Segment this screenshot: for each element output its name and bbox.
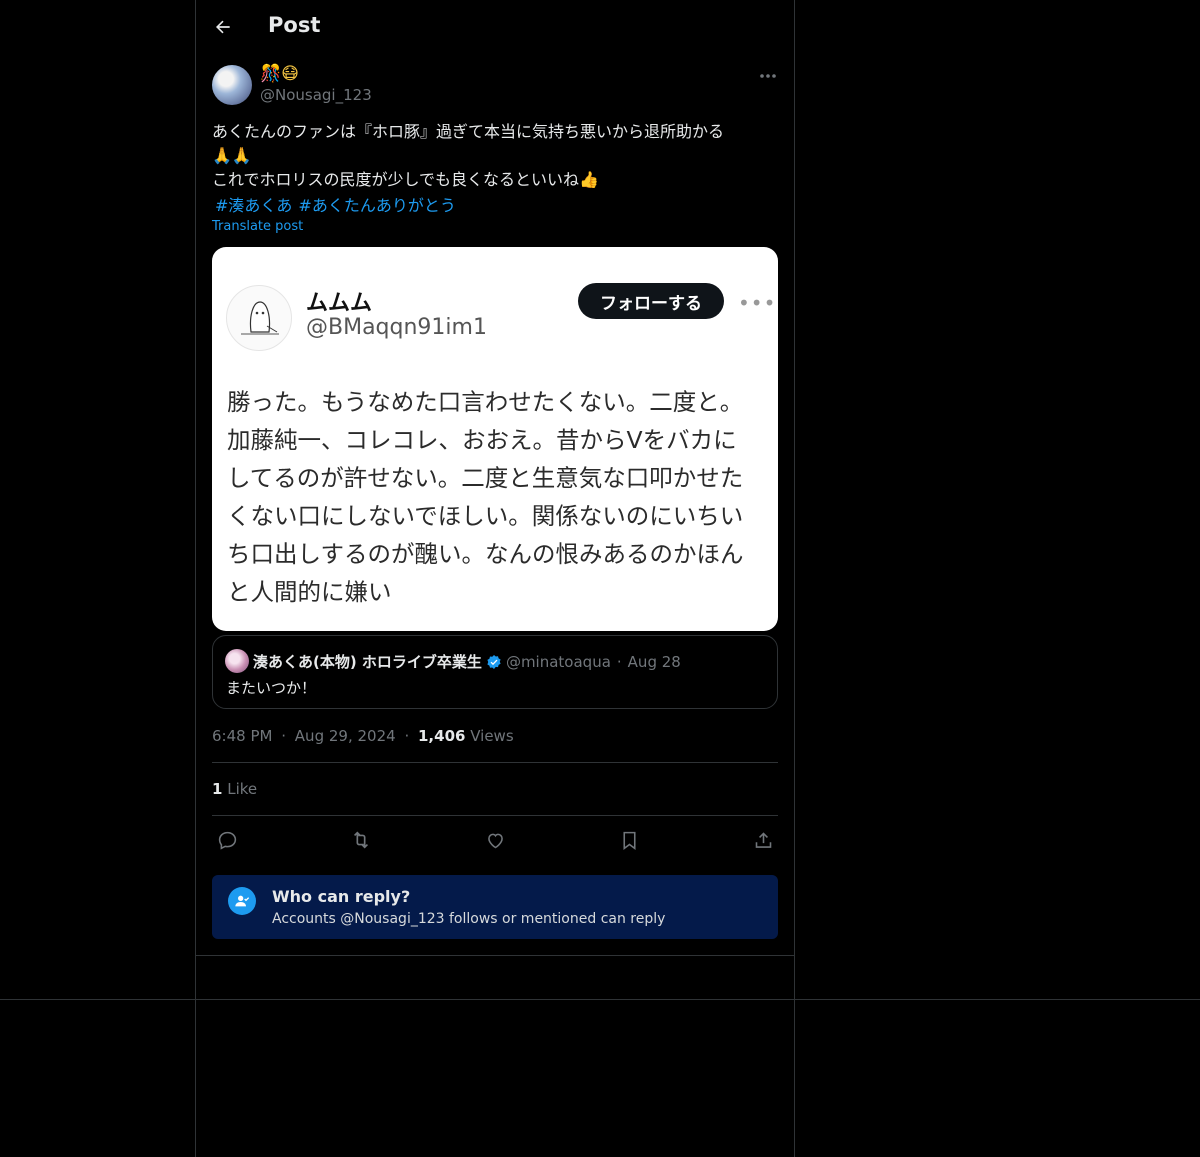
embedded-text-line: と人間的に嫌い bbox=[227, 578, 392, 606]
hashtag-link[interactable]: #湊あくあ bbox=[215, 196, 292, 215]
views-count: 1,406 bbox=[418, 727, 466, 745]
feed-bottom-divider bbox=[196, 955, 794, 956]
post-time[interactable]: 6:48 PM bbox=[212, 727, 272, 745]
post-text: あくたんのファンは『ホロ豚』過ぎて本当に気持ち悪いから退所助かる 🙏🙏 これでホ… bbox=[212, 120, 782, 192]
embedded-text-line: 加藤純一、コレコレ、おおえ。昔からVをバカに bbox=[227, 426, 737, 454]
embedded-text-line: くない口にしないでほしい。関係ないのにいちい bbox=[227, 502, 744, 530]
post-text-line: これでホロリスの民度が少しでも良くなるといいね👍 bbox=[212, 170, 599, 189]
meta-separator: · bbox=[404, 727, 410, 745]
reply-icon bbox=[218, 831, 236, 850]
hashtag-link[interactable]: #あくたんありがとう bbox=[298, 196, 455, 215]
quoted-author-avatar bbox=[225, 649, 249, 673]
bookmark-icon bbox=[622, 831, 636, 850]
translate-post-link[interactable]: Translate post bbox=[212, 219, 303, 234]
quoted-post-card[interactable]: 湊あくあ(本物) ホロライブ卒業生 @minatoaqua · Aug 28 ま… bbox=[212, 635, 778, 709]
heart-icon bbox=[487, 833, 503, 848]
quoted-post-date: Aug 28 bbox=[627, 652, 681, 671]
post-text-line: 🙏🙏 bbox=[212, 146, 252, 165]
post-meta: 6:48 PM · Aug 29, 2024 · 1,406 Views bbox=[212, 727, 514, 745]
meta-separator: · bbox=[281, 727, 287, 745]
quoted-post-header: 湊あくあ(本物) ホロライブ卒業生 @minatoaqua · Aug 28 bbox=[253, 651, 681, 672]
embedded-follow-button: フォローする bbox=[578, 283, 724, 319]
right-column-border bbox=[794, 0, 795, 1157]
share-icon bbox=[755, 831, 771, 848]
share-button[interactable] bbox=[748, 826, 778, 854]
back-button[interactable] bbox=[208, 12, 238, 42]
like-button[interactable] bbox=[480, 826, 510, 854]
more-options-button[interactable] bbox=[754, 66, 782, 86]
verified-badge-icon bbox=[487, 654, 501, 669]
quoted-meta-separator: · bbox=[616, 652, 622, 671]
bookmark-button[interactable] bbox=[614, 826, 644, 854]
views-label: Views bbox=[470, 727, 514, 745]
embedded-author-name: ムムム bbox=[306, 291, 373, 316]
author-handle[interactable]: @Nousagi_123 bbox=[260, 86, 372, 104]
more-horizontal-icon bbox=[760, 74, 776, 78]
arrow-left-icon bbox=[216, 20, 230, 34]
embedded-post-text: 勝った。もうなめた口言わせたくない。二度と。 加藤純一、コレコレ、おおえ。昔から… bbox=[227, 383, 767, 611]
likes-count: 1 bbox=[212, 780, 223, 798]
reply-restriction-title: Who can reply? bbox=[272, 887, 411, 906]
likes-label: Like bbox=[227, 780, 258, 798]
quoted-post-text: またいつか！ bbox=[226, 679, 317, 697]
left-column-border bbox=[195, 0, 196, 1157]
page-divider bbox=[0, 999, 1200, 1000]
attached-image[interactable]: ムムム @BMaqqn91im1 フォローする ••• 勝った。もうなめた口言わ… bbox=[212, 247, 778, 631]
post-date[interactable]: Aug 29, 2024 bbox=[295, 727, 396, 745]
divider bbox=[212, 815, 778, 816]
quoted-author-name: 湊あくあ(本物) ホロライブ卒業生 bbox=[253, 653, 482, 671]
reply-restriction-notice: Who can reply? Accounts @Nousagi_123 fol… bbox=[212, 875, 778, 939]
embedded-text-line: ち口出しするのが醜い。なんの恨みあるのかほん bbox=[227, 540, 744, 568]
repost-button[interactable] bbox=[346, 826, 376, 854]
ghost-character-icon bbox=[241, 301, 279, 335]
repost-icon bbox=[353, 831, 369, 849]
person-check-icon bbox=[228, 887, 256, 915]
embedded-author-handle: @BMaqqn91im1 bbox=[306, 315, 487, 340]
embedded-text-line: 勝った。もうなめた口言わせたくない。二度と。 bbox=[227, 388, 744, 416]
hashtag-row: #湊あくあ #あくたんありがとう bbox=[215, 192, 462, 216]
author-display-name[interactable]: 🎊😷 bbox=[260, 64, 299, 84]
author-avatar[interactable] bbox=[212, 65, 252, 105]
post-text-line: あくたんのファンは『ホロ豚』過ぎて本当に気持ち悪いから退所助かる bbox=[212, 122, 725, 141]
reply-restriction-subtitle: Accounts @Nousagi_123 follows or mention… bbox=[272, 911, 666, 927]
embedded-more-icon: ••• bbox=[738, 291, 777, 315]
reply-button[interactable] bbox=[212, 826, 242, 854]
likes-count-link[interactable]: 1 Like bbox=[212, 780, 257, 798]
divider bbox=[212, 762, 778, 763]
quoted-author-handle: @minatoaqua bbox=[505, 652, 611, 671]
embedded-text-line: してるのが許せない。二度と生意気な口叩かせた bbox=[227, 464, 744, 492]
embedded-avatar bbox=[226, 285, 292, 351]
page-title: Post bbox=[268, 13, 321, 37]
